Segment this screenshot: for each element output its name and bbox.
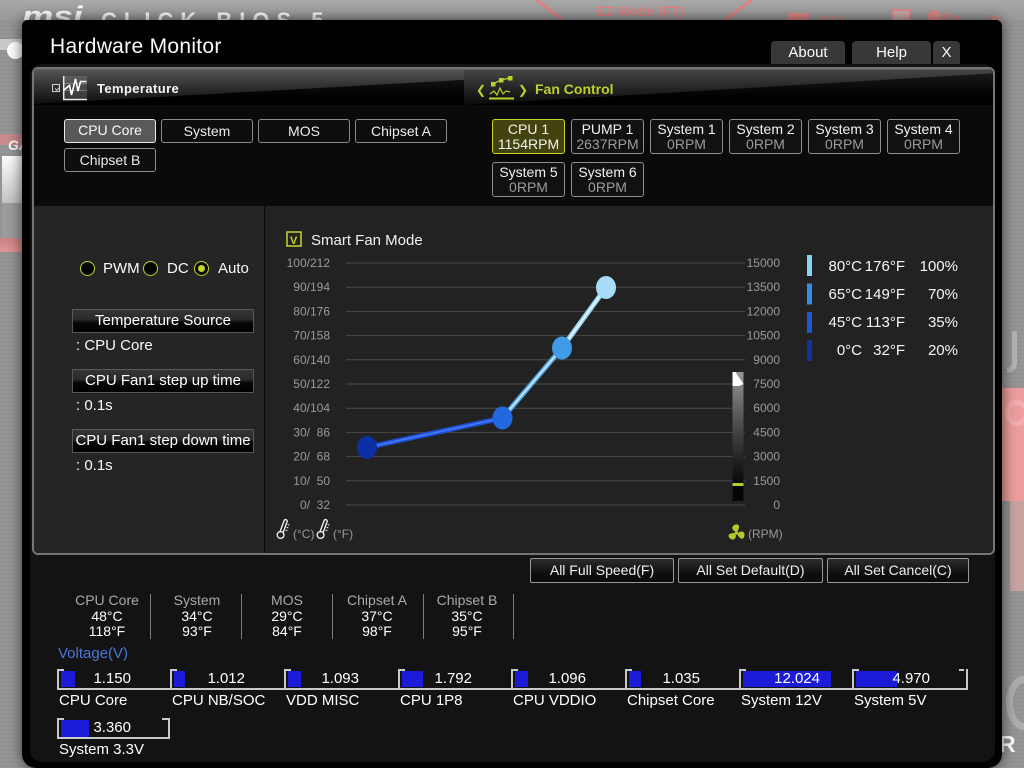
svg-text:10/ 50: 10/ 50 <box>293 474 330 488</box>
svg-text:15000: 15000 <box>747 256 781 270</box>
svg-text:32°F: 32°F <box>873 342 905 359</box>
svg-text:0/ 32: 0/ 32 <box>300 498 330 512</box>
svg-text:90/194: 90/194 <box>293 280 330 294</box>
svg-text:30/ 86: 30/ 86 <box>293 425 330 439</box>
svg-text:0°C: 0°C <box>837 342 862 359</box>
svg-text:176°F: 176°F <box>865 258 905 275</box>
svg-text:100/212: 100/212 <box>287 256 331 270</box>
svg-text:60/140: 60/140 <box>293 353 330 367</box>
svg-text:113°F: 113°F <box>866 314 905 331</box>
svg-text:50/122: 50/122 <box>293 377 330 391</box>
svg-text:20%: 20% <box>928 342 958 359</box>
svg-text:10500: 10500 <box>747 329 781 343</box>
svg-text:(°C): (°C) <box>293 527 314 541</box>
svg-text:6000: 6000 <box>753 401 780 415</box>
svg-text:70%: 70% <box>928 286 958 303</box>
svg-text:Smart Fan Mode: Smart Fan Mode <box>311 232 423 249</box>
svg-text:149°F: 149°F <box>865 286 905 303</box>
svg-text:20/ 68: 20/ 68 <box>293 450 330 464</box>
svg-text:70/158: 70/158 <box>293 329 330 343</box>
svg-text:100%: 100% <box>920 258 958 275</box>
svg-text:80°C: 80°C <box>828 258 862 275</box>
svg-text:9000: 9000 <box>753 353 780 367</box>
svg-text:65°C: 65°C <box>828 286 862 303</box>
svg-text:13500: 13500 <box>747 280 781 294</box>
svg-text:1500: 1500 <box>753 474 780 488</box>
svg-text:3000: 3000 <box>753 450 780 464</box>
svg-text:0: 0 <box>773 498 780 512</box>
svg-text:4500: 4500 <box>753 425 780 439</box>
svg-text:V: V <box>290 235 298 247</box>
svg-text:45°C: 45°C <box>828 314 862 331</box>
svg-text:35%: 35% <box>928 314 958 331</box>
svg-text:12000: 12000 <box>747 304 781 318</box>
svg-text:80/176: 80/176 <box>293 304 330 318</box>
svg-text:40/104: 40/104 <box>293 401 330 415</box>
svg-text:(°F): (°F) <box>333 527 353 541</box>
svg-text:(RPM): (RPM) <box>748 527 783 541</box>
svg-text:7500: 7500 <box>753 377 780 391</box>
